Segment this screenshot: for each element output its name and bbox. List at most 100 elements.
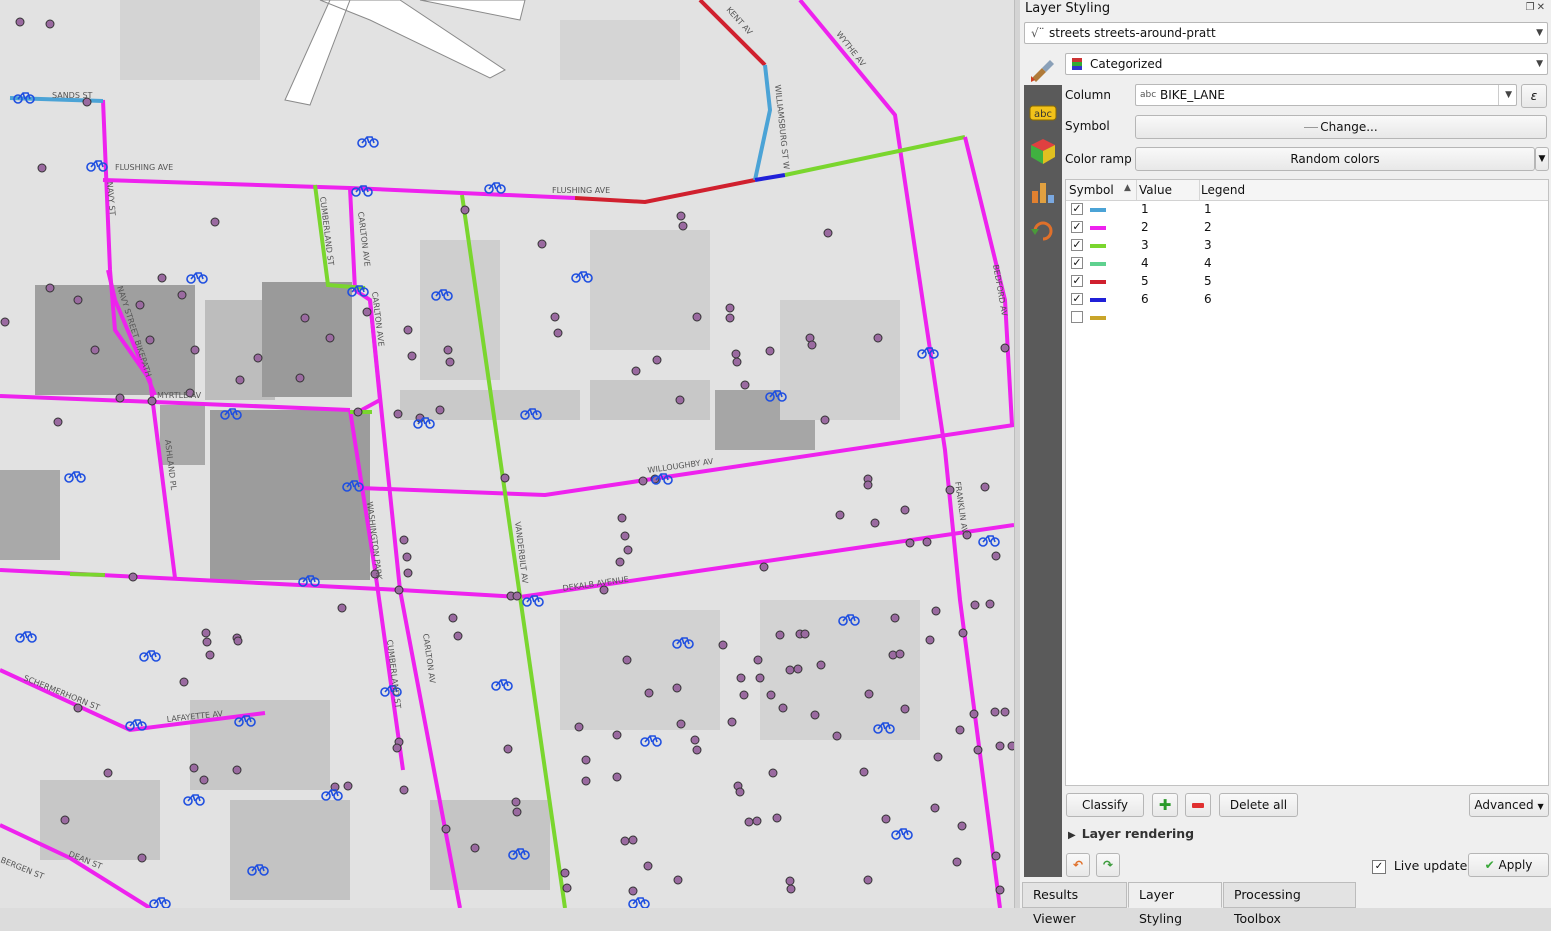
layer-styling-panel: Layer Styling ❐✕ √¨ streets streets-arou… [1020, 0, 1551, 908]
svg-text:CARLTON AVE: CARLTON AVE [356, 211, 372, 267]
row-checkbox[interactable]: ✓ [1071, 239, 1083, 251]
add-class-button[interactable]: ✚ [1152, 793, 1178, 817]
renderer-combo[interactable]: Categorized ▼ [1065, 53, 1548, 75]
table-row[interactable]: ✓ 4 4 [1066, 255, 1548, 273]
row-legend[interactable]: 6 [1204, 292, 1212, 306]
checkbox[interactable]: ✓ [1372, 859, 1386, 874]
tab-processing-toolbox[interactable]: Processing Toolbox [1223, 882, 1356, 926]
table-row[interactable]: ✓ 1 1 [1066, 201, 1548, 219]
history-icon[interactable] [1029, 217, 1057, 245]
symbol-swatch[interactable] [1090, 298, 1106, 302]
header-value[interactable]: Value [1139, 183, 1172, 197]
svg-text:FLUSHING AVE: FLUSHING AVE [552, 186, 610, 195]
map-canvas[interactable]: SANDS ST FLUSHING AVE FLUSHING AVE NAVY … [0, 0, 1014, 908]
color-ramp-dropdown[interactable]: ▼ [1535, 147, 1549, 171]
minus-icon [1192, 803, 1204, 808]
checkmark-icon: ✔ [1484, 858, 1495, 872]
row-value[interactable]: 2 [1141, 220, 1149, 234]
diagrams-icon[interactable] [1029, 177, 1057, 205]
apply-button[interactable]: ✔ Apply [1468, 853, 1549, 877]
row-legend[interactable]: 2 [1204, 220, 1212, 234]
symbol-swatch[interactable] [1090, 244, 1106, 248]
row-checkbox[interactable]: ✓ [1071, 221, 1083, 233]
map-svg[interactable]: SANDS ST FLUSHING AVE FLUSHING AVE NAVY … [0, 0, 1014, 908]
column-value: BIKE_LANE [1160, 88, 1225, 102]
remove-class-button[interactable] [1185, 793, 1211, 817]
layer-rendering-label: Layer rendering [1081, 826, 1195, 841]
live-update-checkbox[interactable]: ✓ Live update [1372, 858, 1467, 874]
delete-all-button[interactable]: Delete all [1219, 793, 1298, 817]
row-legend[interactable]: 4 [1204, 256, 1212, 270]
svg-text:WILLIAMSBURG ST W: WILLIAMSBURG ST W [773, 84, 791, 170]
undo-icon: ↶ [1072, 858, 1084, 872]
svg-text:SCHERMERHORN ST: SCHERMERHORN ST [22, 674, 101, 713]
column-combo[interactable]: abc BIKE_LANE ▼ [1135, 84, 1517, 106]
apply-label: Apply [1498, 858, 1533, 872]
table-row[interactable]: ✓ 3 3 [1066, 237, 1548, 255]
row-checkbox[interactable]: ✓ [1071, 293, 1083, 305]
undo-button[interactable]: ↶ [1066, 853, 1090, 877]
row-value[interactable]: 1 [1141, 202, 1149, 216]
symbol-swatch[interactable] [1090, 280, 1106, 284]
tab-layer-styling[interactable]: Layer Styling [1128, 882, 1222, 926]
layer-combo-value: streets streets-around-pratt [1049, 26, 1216, 40]
paintbrush-icon[interactable] [1028, 56, 1056, 84]
table-row[interactable] [1066, 309, 1548, 327]
header-legend[interactable]: Legend [1201, 183, 1245, 197]
panel-window-buttons[interactable]: ❐✕ [1526, 2, 1547, 13]
row-value[interactable]: 3 [1141, 238, 1149, 252]
svg-text:MYRTLE AV: MYRTLE AV [157, 391, 202, 400]
redo-icon: ↷ [1102, 858, 1114, 872]
symbol-swatch[interactable] [1090, 262, 1106, 266]
row-value[interactable]: 5 [1141, 274, 1149, 288]
classify-button[interactable]: Classify [1066, 793, 1144, 817]
epsilon-icon: ε [1530, 89, 1538, 103]
bike-rack-points[interactable] [0, 17, 1014, 896]
row-checkbox[interactable]: ✓ [1071, 203, 1083, 215]
redo-button[interactable]: ↷ [1096, 853, 1120, 877]
categorized-icon [1072, 58, 1082, 70]
row-checkbox[interactable]: ✓ [1071, 257, 1083, 269]
table-row[interactable]: ✓ 5 5 [1066, 273, 1548, 291]
svg-text:DEKALB AVENUE: DEKALB AVENUE [562, 575, 629, 593]
panel-title: Layer Styling [1025, 1, 1111, 16]
pier-structure [284, 0, 526, 106]
header-divider [1199, 180, 1200, 200]
svg-text:abc: abc [1034, 109, 1052, 120]
line-symbol-icon [1304, 127, 1319, 128]
labels-abc-icon[interactable]: abc [1029, 99, 1057, 127]
symbol-swatch[interactable] [1090, 208, 1106, 212]
chevron-down-icon: ▼ [1536, 59, 1543, 69]
header-symbol[interactable]: Symbol [1069, 183, 1114, 197]
header-divider [1136, 180, 1137, 200]
table-row[interactable]: ✓ 2 2 [1066, 219, 1548, 237]
symbol-change-label: Change... [1320, 120, 1378, 134]
svg-text:KENT AV: KENT AV [725, 5, 755, 37]
color-ramp-button[interactable]: Random colors [1135, 147, 1535, 171]
row-checkbox[interactable] [1071, 311, 1083, 323]
row-legend[interactable]: 1 [1204, 202, 1212, 216]
expression-button[interactable]: ε [1521, 84, 1547, 108]
row-legend[interactable]: 5 [1204, 274, 1212, 288]
table-row[interactable]: ✓ 6 6 [1066, 291, 1548, 309]
string-type-icon: abc [1140, 90, 1157, 100]
symbol-swatch[interactable] [1090, 226, 1106, 230]
layer-rendering-toggle[interactable]: ▶ Layer rendering [1068, 826, 1194, 841]
tab-results-viewer[interactable]: Results Viewer [1022, 882, 1127, 926]
layer-combo[interactable]: √¨ streets streets-around-pratt ▼ [1024, 22, 1548, 44]
chevron-down-icon: ▼ [1536, 28, 1543, 38]
row-value[interactable]: 4 [1141, 256, 1149, 270]
symbol-change-button[interactable]: Change... [1135, 115, 1547, 139]
plus-icon: ✚ [1158, 796, 1172, 814]
line-layer-icon: √¨ [1031, 26, 1045, 40]
row-checkbox[interactable]: ✓ [1071, 275, 1083, 287]
symbol-swatch[interactable] [1090, 316, 1106, 320]
close-icon[interactable]: ✕ [1537, 2, 1547, 13]
3d-view-icon[interactable] [1029, 137, 1057, 165]
row-value[interactable]: 6 [1141, 292, 1149, 306]
chevron-down-icon: ▼ [1538, 154, 1546, 164]
advanced-button[interactable]: Advanced ▼ [1469, 793, 1549, 817]
row-legend[interactable]: 3 [1204, 238, 1212, 252]
float-icon[interactable]: ❐ [1526, 2, 1537, 13]
categories-table[interactable]: Symbol ▲ Value Legend ✓ 1 1 ✓ 2 2 ✓ 3 3 … [1065, 179, 1549, 786]
